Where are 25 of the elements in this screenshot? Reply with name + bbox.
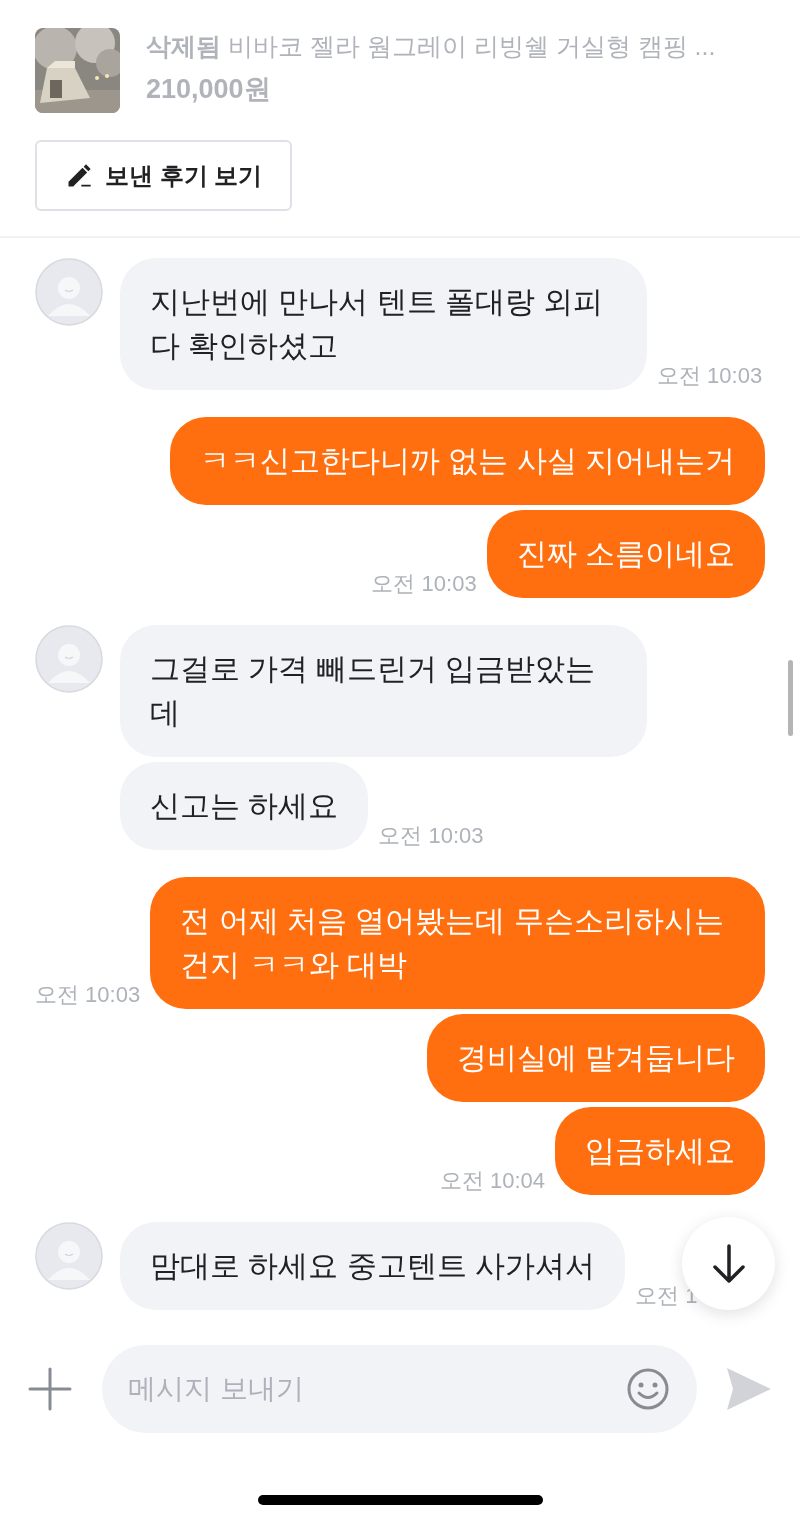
message-bubble: 신고는 하세요 [120, 762, 369, 850]
message-bubble: 전 어제 처음 열어봤는데 무슨소리하시는 건지 ㅋㅋ와 대박 [150, 877, 765, 1009]
send-icon[interactable] [727, 1368, 771, 1410]
message-bubble: 그걸로 가격 빼드린거 입금받았는데 [120, 625, 647, 757]
product-title: 삭제됨 비바코 젤라 웜그레이 리빙쉘 거실형 캠핑 ... [146, 31, 716, 62]
message-time: 오전 10:04 [439, 1169, 545, 1195]
message-time: 오전 10:03 [378, 824, 484, 850]
arrow-down-icon [710, 1243, 747, 1284]
message-bubble: 진짜 소름이네요 [486, 510, 765, 598]
message-bubble: 경비실에 맡겨둡니다 [426, 1014, 765, 1102]
message-bubble: 맘대로 하세요 중고텐트 사가셔서 [120, 1222, 625, 1310]
plus-icon[interactable] [28, 1367, 72, 1411]
avatar-icon[interactable] [35, 1222, 103, 1290]
message-bubble: 입금하세요 [555, 1107, 765, 1195]
review-button[interactable]: 보낸 후기 보기 [35, 140, 293, 211]
emoji-icon[interactable] [627, 1368, 669, 1410]
product-price: 210,000원 [146, 73, 272, 106]
message-bubble: ㅋㅋ신고한다니까 없는 사실 지어내는거 [170, 417, 765, 505]
message-bubble: 지난번에 만나서 텐트 폴대랑 외피 다 확인하셨고 [120, 258, 647, 390]
avatar-icon[interactable] [35, 258, 103, 326]
message-field[interactable]: 메시지 보내기 [102, 1345, 697, 1433]
message-time: 오전 10:03 [371, 572, 477, 598]
avatar-icon[interactable] [35, 625, 103, 693]
message-time: 오전 10:03 [35, 983, 141, 1009]
message-time: 오전 10:03 [657, 364, 763, 390]
